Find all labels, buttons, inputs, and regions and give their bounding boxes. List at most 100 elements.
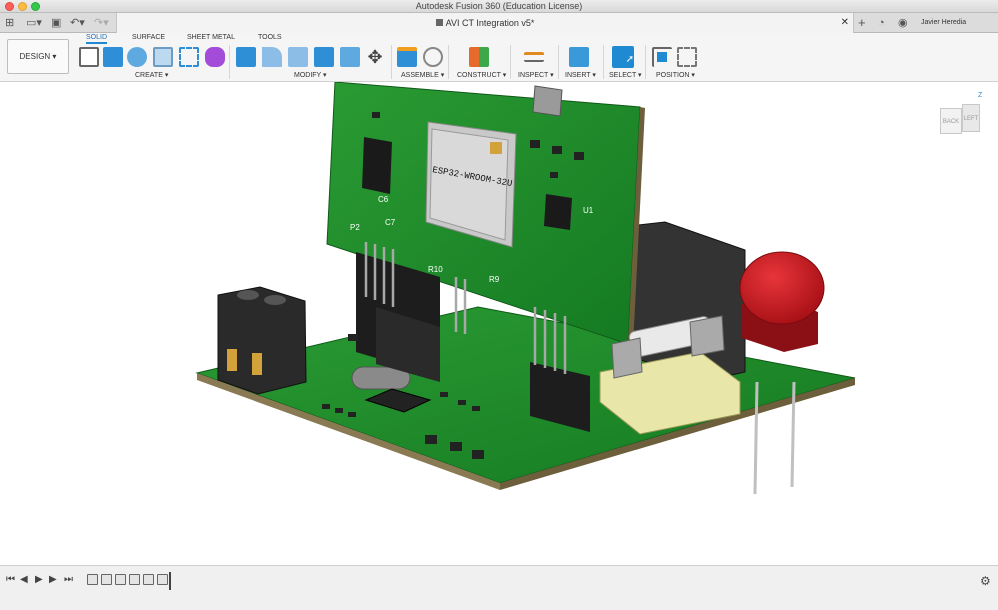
viewcube-front-label: BACK [942,119,960,125]
revolve-icon[interactable] [127,47,147,67]
window-title: Autodesk Fusion 360 (Education License) [415,1,583,11]
go-to-end-icon[interactable]: ⏭ [64,574,73,585]
offset-plane-icon[interactable] [469,47,489,67]
close-tab-icon[interactable]: ✕ [841,13,849,33]
pcb-assembly-model[interactable]: ESP32-WROOM-32U P2 C6 C7 U1 R9 R10 [0,82,998,565]
apps-grid-icon[interactable]: ⊞ [5,13,14,33]
terminal-contact [227,349,237,371]
hole-icon[interactable] [153,47,173,67]
divider [391,45,392,79]
terminal-contact [252,353,262,375]
undo-icon[interactable]: ↶▾ [70,13,85,33]
timeline-feature[interactable] [87,574,98,585]
terminal-screw [264,295,286,305]
step-back-icon[interactable]: ◀ [20,574,28,585]
view-cube[interactable]: BACK LEFT Z [938,92,984,142]
insert-label: INSERT [565,72,591,79]
ref-c7: C7 [385,218,396,227]
zoom-window-button[interactable] [31,2,40,11]
construct-menu[interactable]: CONSTRUCT ▾ [457,71,506,79]
position-label: POSITION [656,72,690,79]
ref-r10: R10 [428,265,443,274]
joint-icon[interactable] [423,47,443,67]
insert-image-icon[interactable] [569,47,589,67]
tab-surface[interactable]: SURFACE [132,34,165,41]
modify-menu[interactable]: MODIFY ▾ [294,71,327,79]
document-tab[interactable]: AVI CT Integration v5* ✕ [116,13,854,33]
timeline-feature[interactable] [129,574,140,585]
notifications-icon[interactable]: ◉ [898,13,908,33]
window-titlebar: Autodesk Fusion 360 (Education License) [0,0,998,13]
go-to-start-icon[interactable]: ⏮ [6,574,15,585]
timeline-feature[interactable] [101,574,112,585]
timeline-feature[interactable] [157,574,168,585]
form-icon[interactable] [205,47,225,67]
select-icon[interactable]: ➚ [612,46,634,68]
red-push-button[interactable] [739,251,825,325]
timeline-settings-icon[interactable]: ⚙ [980,574,991,588]
ref-c6: C6 [378,195,389,204]
step-forward-icon[interactable]: ▶ [49,574,57,585]
tab-solid[interactable]: SOLID [86,34,108,44]
file-menu-icon[interactable]: ▭▾ [26,13,42,33]
view-cube-left[interactable]: LEFT [962,104,980,132]
view-cube-front[interactable]: BACK [940,108,962,134]
new-tab-icon[interactable]: + [858,13,866,33]
construct-label: CONSTRUCT [457,72,501,79]
create-menu[interactable]: CREATE ▾ [135,71,168,79]
mcu-ic[interactable] [362,137,392,194]
tab-sheet-metal[interactable]: SHEET METAL [187,34,235,41]
tab-tools[interactable]: TOOLS [258,34,282,41]
fuse-clip [689,315,725,357]
inspect-menu[interactable]: INSPECT ▾ [518,71,554,79]
modify-label: MODIFY [294,72,322,79]
position-menu[interactable]: POSITION ▾ [656,71,695,79]
workspace-switcher[interactable]: DESIGN ▾ [7,39,69,74]
minimize-window-button[interactable] [18,2,27,11]
shell-icon[interactable] [314,47,334,67]
inspect-label: INSPECT [518,72,549,79]
mcu-ic[interactable] [544,194,572,230]
fuse-clip [611,337,643,379]
create-sketch-icon[interactable] [79,47,99,67]
terminal-block[interactable] [217,286,307,395]
job-status-icon[interactable]: ◔ [878,13,885,33]
timeline-feature[interactable] [143,574,154,585]
divider [229,45,230,79]
canvas-viewport[interactable]: ESP32-WROOM-32U P2 C6 C7 U1 R9 R10 BACK … [0,82,998,565]
switch-button[interactable] [532,85,563,117]
redo-icon[interactable]: ↷▾ [94,13,109,33]
assemble-menu[interactable]: ASSEMBLE ▾ [401,71,444,79]
insert-menu[interactable]: INSERT ▾ [565,71,596,79]
measure-icon[interactable] [524,52,544,62]
document-title: AVI CT Integration v5* [445,18,535,28]
ref-r9: R9 [489,275,500,284]
select-menu[interactable]: SELECT ▾ [609,71,642,79]
capture-position-icon[interactable] [677,47,697,67]
play-icon[interactable]: ▶ [35,574,43,585]
button-lead [753,381,759,495]
new-component-icon[interactable] [397,47,417,67]
toolbar-ribbon: DESIGN ▾ SOLID SURFACE SHEET METAL TOOLS… [0,33,998,82]
timeline-marker[interactable] [169,572,171,590]
user-name[interactable]: Javier Heredia [921,13,966,33]
press-pull-icon[interactable] [236,47,256,67]
timeline-feature[interactable] [115,574,126,585]
ref-p2: P2 [350,223,360,232]
fillet-icon[interactable] [262,47,282,67]
combine-icon[interactable] [340,47,360,67]
ref-u1: U1 [583,206,594,215]
save-icon[interactable]: ▣ [51,13,61,33]
workspace-label: DESIGN [19,52,51,61]
button-lead [790,381,796,488]
extrude-icon[interactable] [103,47,123,67]
select-label: SELECT [609,72,637,79]
pattern-icon[interactable] [179,47,199,67]
chamfer-icon[interactable] [288,47,308,67]
divider [645,45,646,79]
document-icon [435,19,443,26]
move-icon[interactable]: ✥ [365,47,385,67]
close-window-button[interactable] [5,2,14,11]
divider [603,45,604,79]
align-icon[interactable] [652,47,672,67]
